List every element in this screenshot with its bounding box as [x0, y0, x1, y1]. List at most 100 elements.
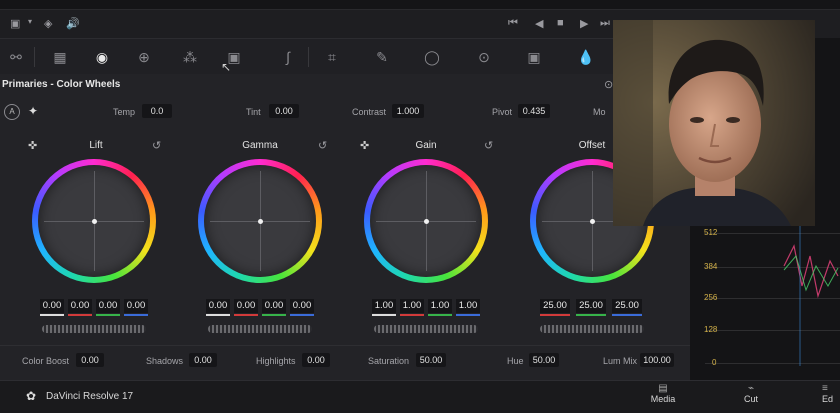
lift-master-slider[interactable]: [42, 325, 146, 333]
temp-value[interactable]: 0.0: [142, 104, 172, 118]
g-underline: [428, 314, 452, 316]
shadows-value[interactable]: 0.00: [189, 353, 217, 367]
auto-balance-icon[interactable]: ✦: [28, 104, 38, 118]
highlights-value[interactable]: 0.00: [302, 353, 330, 367]
curves-icon[interactable]: ⚯: [6, 47, 26, 67]
layers-icon[interactable]: ◈: [44, 17, 52, 30]
gamma-b-value[interactable]: 0.00: [290, 299, 314, 313]
offset-b-value[interactable]: 25.00: [612, 299, 642, 313]
gain-b-value[interactable]: 1.00: [456, 299, 480, 313]
reset-icon[interactable]: ↺: [152, 139, 161, 152]
color-boost-value[interactable]: 0.00: [76, 353, 104, 367]
lift-title: Lift: [89, 140, 103, 151]
panel-title: Primaries - Color Wheels: [2, 79, 121, 90]
gamma-title: Gamma: [242, 140, 278, 151]
media-page-button[interactable]: ▤ Media: [648, 383, 678, 404]
lift-y-value[interactable]: 0.00: [40, 299, 64, 313]
y-underline: [40, 314, 64, 316]
crosshair-icon[interactable]: ✜: [360, 139, 369, 152]
pivot-value[interactable]: 0.435: [518, 104, 550, 118]
mode-label: Mo: [593, 107, 606, 117]
lift-g-value[interactable]: 0.00: [96, 299, 120, 313]
blur-icon[interactable]: 💧: [576, 47, 596, 67]
raw-icon[interactable]: ▦: [50, 47, 70, 67]
scope-trace: [783, 226, 839, 366]
hdr-icon[interactable]: ⊕: [134, 47, 154, 67]
lift-r-value[interactable]: 0.00: [68, 299, 92, 313]
panel-options-icon[interactable]: ⊙: [604, 78, 613, 91]
lift-b-value[interactable]: 0.00: [124, 299, 148, 313]
curves-tool-icon[interactable]: ∫: [278, 47, 298, 67]
skip-back-icon[interactable]: ⏮: [508, 17, 518, 30]
skip-forward-icon[interactable]: ⏭: [600, 17, 610, 30]
window-icon[interactable]: ◯: [422, 47, 442, 67]
saturation-value[interactable]: 50.00: [416, 353, 446, 367]
edit-page-button[interactable]: ≡ Ed: [822, 383, 840, 404]
gain-r-value[interactable]: 1.00: [400, 299, 424, 313]
gamma-master-slider[interactable]: [208, 325, 312, 333]
offset-g-value[interactable]: 25.00: [576, 299, 606, 313]
g-underline: [96, 314, 120, 316]
gain-g-value[interactable]: 1.00: [428, 299, 452, 313]
gain-puck[interactable]: [424, 219, 429, 224]
crosshair-icon[interactable]: ✜: [28, 139, 37, 152]
magic-mask-icon[interactable]: ▣: [524, 47, 544, 67]
gamma-y-value[interactable]: 0.00: [206, 299, 230, 313]
contrast-label: Contrast: [352, 107, 387, 117]
tracker-icon[interactable]: ⊙: [474, 47, 494, 67]
warper-icon[interactable]: ⌗: [322, 47, 342, 67]
offset-r-value[interactable]: 25.00: [540, 299, 570, 313]
gamma-g-value[interactable]: 0.00: [262, 299, 286, 313]
reset-icon[interactable]: ↺: [318, 139, 327, 152]
cut-page-label: Cut: [743, 394, 758, 404]
gamma-r-value[interactable]: 0.00: [234, 299, 258, 313]
gamma-wheel[interactable]: [198, 159, 322, 283]
media-page-label: Media: [650, 394, 676, 404]
reset-icon[interactable]: ↺: [484, 139, 493, 152]
toolbar-divider: [308, 47, 309, 67]
hue-value[interactable]: 50.00: [529, 353, 559, 367]
timeline-strip: [0, 0, 840, 10]
stop-icon[interactable]: ■: [557, 17, 564, 29]
media-page-icon: ▤: [658, 383, 668, 394]
gamma-puck[interactable]: [258, 219, 263, 224]
lift-puck[interactable]: [92, 219, 97, 224]
viewer-layout-icon[interactable]: ▣: [10, 17, 20, 30]
mode-badge[interactable]: A: [4, 104, 20, 120]
color-wheels-icon[interactable]: ◉: [92, 47, 112, 67]
lift-wheel[interactable]: [32, 159, 156, 283]
b-underline: [290, 314, 314, 316]
rgb-mixer-icon[interactable]: ⁂: [180, 47, 200, 67]
play-icon[interactable]: ▶: [580, 17, 588, 30]
speaker-icon[interactable]: 🔊: [66, 17, 80, 30]
r-underline: [234, 314, 258, 316]
presenter-photo: [613, 20, 815, 226]
g-underline: [262, 314, 286, 316]
r-underline: [400, 314, 424, 316]
qualifier-icon[interactable]: ✎: [372, 47, 392, 67]
y-underline: [206, 314, 230, 316]
gain-master-slider[interactable]: [374, 325, 478, 333]
step-back-icon[interactable]: ◀: [535, 17, 543, 30]
temp-label: Temp: [113, 107, 136, 117]
gain-wheel[interactable]: [364, 159, 488, 283]
toolbar-divider: [34, 47, 35, 67]
page-footer: ✿ DaVinci Resolve 17 ▤ Media ⌁ Cut ≡ Ed: [0, 380, 840, 413]
lum-mix-value[interactable]: 100.00: [640, 353, 674, 367]
y-underline: [372, 314, 396, 316]
chevron-down-icon[interactable]: ▾: [28, 17, 32, 26]
tint-label: Tint: [246, 107, 261, 117]
b-underline: [612, 314, 642, 316]
tint-value[interactable]: 0.00: [269, 104, 299, 118]
b-underline: [124, 314, 148, 316]
edit-page-label: Ed: [822, 394, 834, 404]
contrast-value[interactable]: 1.000: [392, 104, 424, 118]
color-tools-toolbar: ⚯ ▦ ◉ ⊕ ⁂ ▣ ↖ ∫ ⌗ ✎ ◯ ⊙ ▣ 💧: [0, 38, 700, 76]
cut-page-button[interactable]: ⌁ Cut: [736, 383, 766, 404]
gain-y-value[interactable]: 1.00: [372, 299, 396, 313]
offset-master-slider[interactable]: [540, 325, 644, 333]
app-name: DaVinci Resolve 17: [46, 391, 134, 402]
cut-page-icon: ⌁: [747, 383, 755, 394]
offset-puck[interactable]: [590, 219, 595, 224]
gain-title: Gain: [415, 140, 437, 151]
